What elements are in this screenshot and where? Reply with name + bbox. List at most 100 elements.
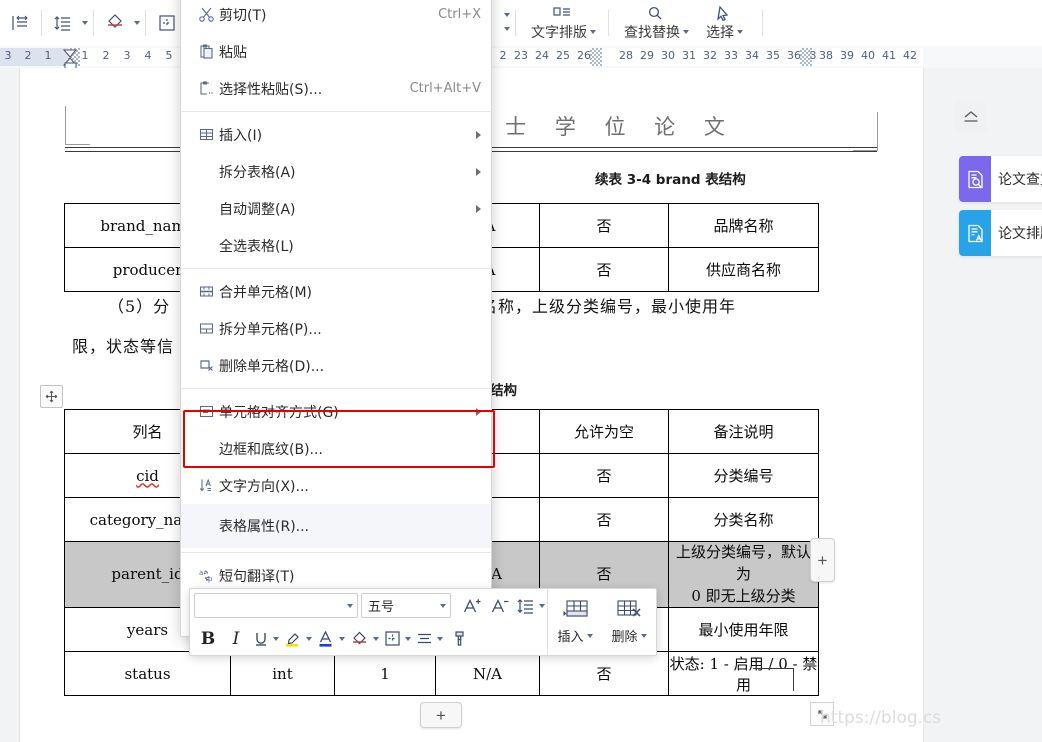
menu-item-table-properties[interactable]: 表格属性(R)... — [181, 504, 491, 548]
cell-remark[interactable]: 状态: 1 - 启用 / 0 - 禁用 — [668, 651, 819, 697]
menu-item-cut[interactable]: 剪切(T) Ctrl+X — [181, 0, 491, 33]
text-layout-chevron-down-icon[interactable] — [590, 29, 596, 34]
cell-nullable[interactable]: 否 — [539, 453, 669, 498]
menu-item-split-cells[interactable]: 拆分单元格(P)... — [181, 310, 491, 347]
insert-table-button[interactable]: 插入 — [548, 599, 602, 645]
delete-table-button[interactable]: 删除 — [602, 599, 656, 645]
menu-item-borders-shading[interactable]: 边框和底纹(B)... — [181, 430, 491, 467]
borders-icon[interactable] — [151, 6, 183, 40]
menu-item-insert[interactable]: 插入(I) — [181, 116, 491, 153]
align-button[interactable] — [413, 625, 445, 652]
multilevel-chevron-down-icon[interactable] — [504, 27, 510, 31]
line-spacing-button[interactable] — [514, 592, 547, 619]
cell-column-name[interactable]: status — [64, 651, 231, 697]
find-replace-button[interactable]: 查找替换 — [614, 1, 696, 45]
menu-item-paste-special[interactable]: 选择性粘贴(S)... Ctrl+Alt+V — [181, 70, 491, 107]
menu-item-cut-accel: Ctrl+X — [438, 7, 481, 22]
shading-chevron-down-icon[interactable] — [373, 636, 379, 641]
sidebar-item-paper-format[interactable]: 论文排版 — [959, 210, 1042, 256]
cell-nullable[interactable]: 否 — [539, 203, 669, 248]
font-family-chevron-down-icon[interactable] — [347, 603, 353, 608]
shading-button[interactable] — [347, 625, 381, 652]
delete-table-chevron-down-icon[interactable] — [640, 633, 647, 638]
select-button[interactable]: 选择 — [696, 1, 750, 45]
ruler-tick: 33 — [724, 49, 738, 62]
underline-chevron-down-icon[interactable] — [273, 636, 279, 641]
menu-separator — [181, 268, 491, 269]
underline-button[interactable] — [250, 625, 281, 652]
table-context-menu[interactable]: 复制(C) Ctrl+C 剪切(T) Ctrl+X 粘贴 — [180, 0, 495, 637]
format-painter-button[interactable] — [445, 625, 473, 652]
menu-item-text-direction[interactable]: 文字方向(X)... — [181, 467, 491, 504]
add-row-button[interactable]: + — [420, 702, 462, 728]
cell-remark[interactable]: 品牌名称 — [668, 203, 819, 248]
menu-item-split-table-label: 拆分表格(A) — [219, 164, 296, 181]
menu-item-paste[interactable]: 粘贴 — [181, 33, 491, 70]
add-column-button[interactable]: + — [810, 538, 835, 582]
sidebar-collapse-button[interactable] — [955, 101, 987, 133]
header-nullable[interactable]: 允许为空 — [539, 409, 669, 454]
toolbar-group-numbering — [496, 1, 521, 45]
cell-default[interactable]: N/A — [435, 651, 540, 697]
paragraph-spacing-icon[interactable] — [4, 6, 36, 40]
shading-fill-icon[interactable] — [99, 6, 131, 40]
paragraph-6-left[interactable]: 限，状态等信 — [72, 333, 174, 357]
ruler-tick: 36 — [787, 49, 801, 62]
cell-type[interactable]: int — [230, 651, 335, 697]
italic-button[interactable]: I — [222, 625, 250, 652]
cell-nullable[interactable]: 否 — [539, 247, 669, 292]
increase-font-size-button[interactable] — [458, 592, 486, 619]
cell-remark[interactable]: 分类编号 — [668, 453, 819, 498]
menu-item-select-all-table[interactable]: 全选表格(L) — [181, 227, 491, 264]
sidebar-item-paper-check[interactable]: 论文查重 — [959, 156, 1042, 202]
horizontal-ruler[interactable]: 3 2 1 1 2 3 4 5 2 23 24 25 26 28 29 30 3… — [0, 46, 1042, 69]
paragraph-5-left[interactable]: （5）分 — [108, 293, 170, 317]
menu-item-delete-cells[interactable]: 删除单元格(D)... — [181, 347, 491, 384]
insert-table-chevron-down-icon[interactable] — [586, 633, 593, 638]
menu-item-split-table[interactable]: 拆分表格(A) — [181, 153, 491, 190]
line-spacing-chevron-down-icon[interactable] — [539, 603, 545, 608]
menu-item-autofit[interactable]: 自动调整(A) — [181, 190, 491, 227]
align-chevron-down-icon[interactable] — [437, 636, 443, 641]
menu-item-merge-cells[interactable]: 合并单元格(M) — [181, 273, 491, 310]
font-color-chevron-down-icon[interactable] — [339, 636, 345, 641]
header-remark[interactable]: 备注说明 — [668, 409, 819, 454]
shading-chevron-down-icon[interactable] — [134, 21, 140, 25]
cell-remark[interactable]: 上级分类编号，默认为 0 即无上级分类 — [668, 540, 819, 609]
font-size-select[interactable]: 五号 — [361, 593, 451, 618]
cell-nullable[interactable]: 否 — [539, 497, 669, 542]
borders-chevron-down-icon[interactable] — [405, 636, 411, 641]
italic-label: I — [232, 628, 240, 649]
font-color-button[interactable] — [314, 625, 347, 652]
ruler-tick: 39 — [840, 49, 854, 62]
page-corner-top-right — [853, 112, 878, 151]
bold-button[interactable]: B — [194, 625, 222, 652]
paragraph-5-right[interactable]: 类名称，上级分类编号，最小使用年 — [464, 293, 736, 317]
font-size-chevron-down-icon[interactable] — [440, 603, 446, 608]
line-spacing-icon[interactable] — [47, 6, 79, 40]
cell-remark[interactable]: 最小使用年限 — [668, 607, 819, 653]
ruler-tick: 5 — [165, 49, 173, 62]
merge-cells-icon — [193, 283, 219, 300]
highlight-chevron-down-icon[interactable] — [306, 636, 312, 641]
select-chevron-down-icon[interactable] — [737, 29, 743, 34]
cell-nullable[interactable]: 否 — [539, 651, 669, 697]
cell-remark[interactable]: 供应商名称 — [668, 247, 819, 292]
cell-remark[interactable]: 分类名称 — [668, 497, 819, 542]
font-family-select[interactable] — [194, 593, 358, 618]
menu-separator — [181, 388, 491, 389]
text-layout-button[interactable]: 文字排版 — [521, 1, 603, 45]
numbering-chevron-down-icon[interactable] — [504, 13, 510, 17]
table-move-handle[interactable] — [40, 385, 63, 408]
cell-length[interactable]: 1 — [334, 651, 436, 697]
borders-button[interactable] — [381, 625, 413, 652]
highlight-button[interactable] — [281, 625, 314, 652]
decrease-font-size-button[interactable] — [486, 592, 514, 619]
table-row[interactable]: status int 1 N/A 否 状态: 1 - 启用 / 0 - 禁用 — [64, 651, 819, 697]
find-replace-chevron-down-icon[interactable] — [683, 29, 689, 34]
ruler-tick: 23 — [514, 49, 528, 62]
menu-item-cell-alignment[interactable]: 单元格对齐方式(G) — [181, 393, 491, 430]
line-spacing-chevron-down-icon[interactable] — [82, 21, 88, 25]
ruler-tick: 1 — [81, 49, 89, 62]
floating-format-toolbar[interactable]: 五号 B I 插入 删除 — [189, 588, 657, 656]
